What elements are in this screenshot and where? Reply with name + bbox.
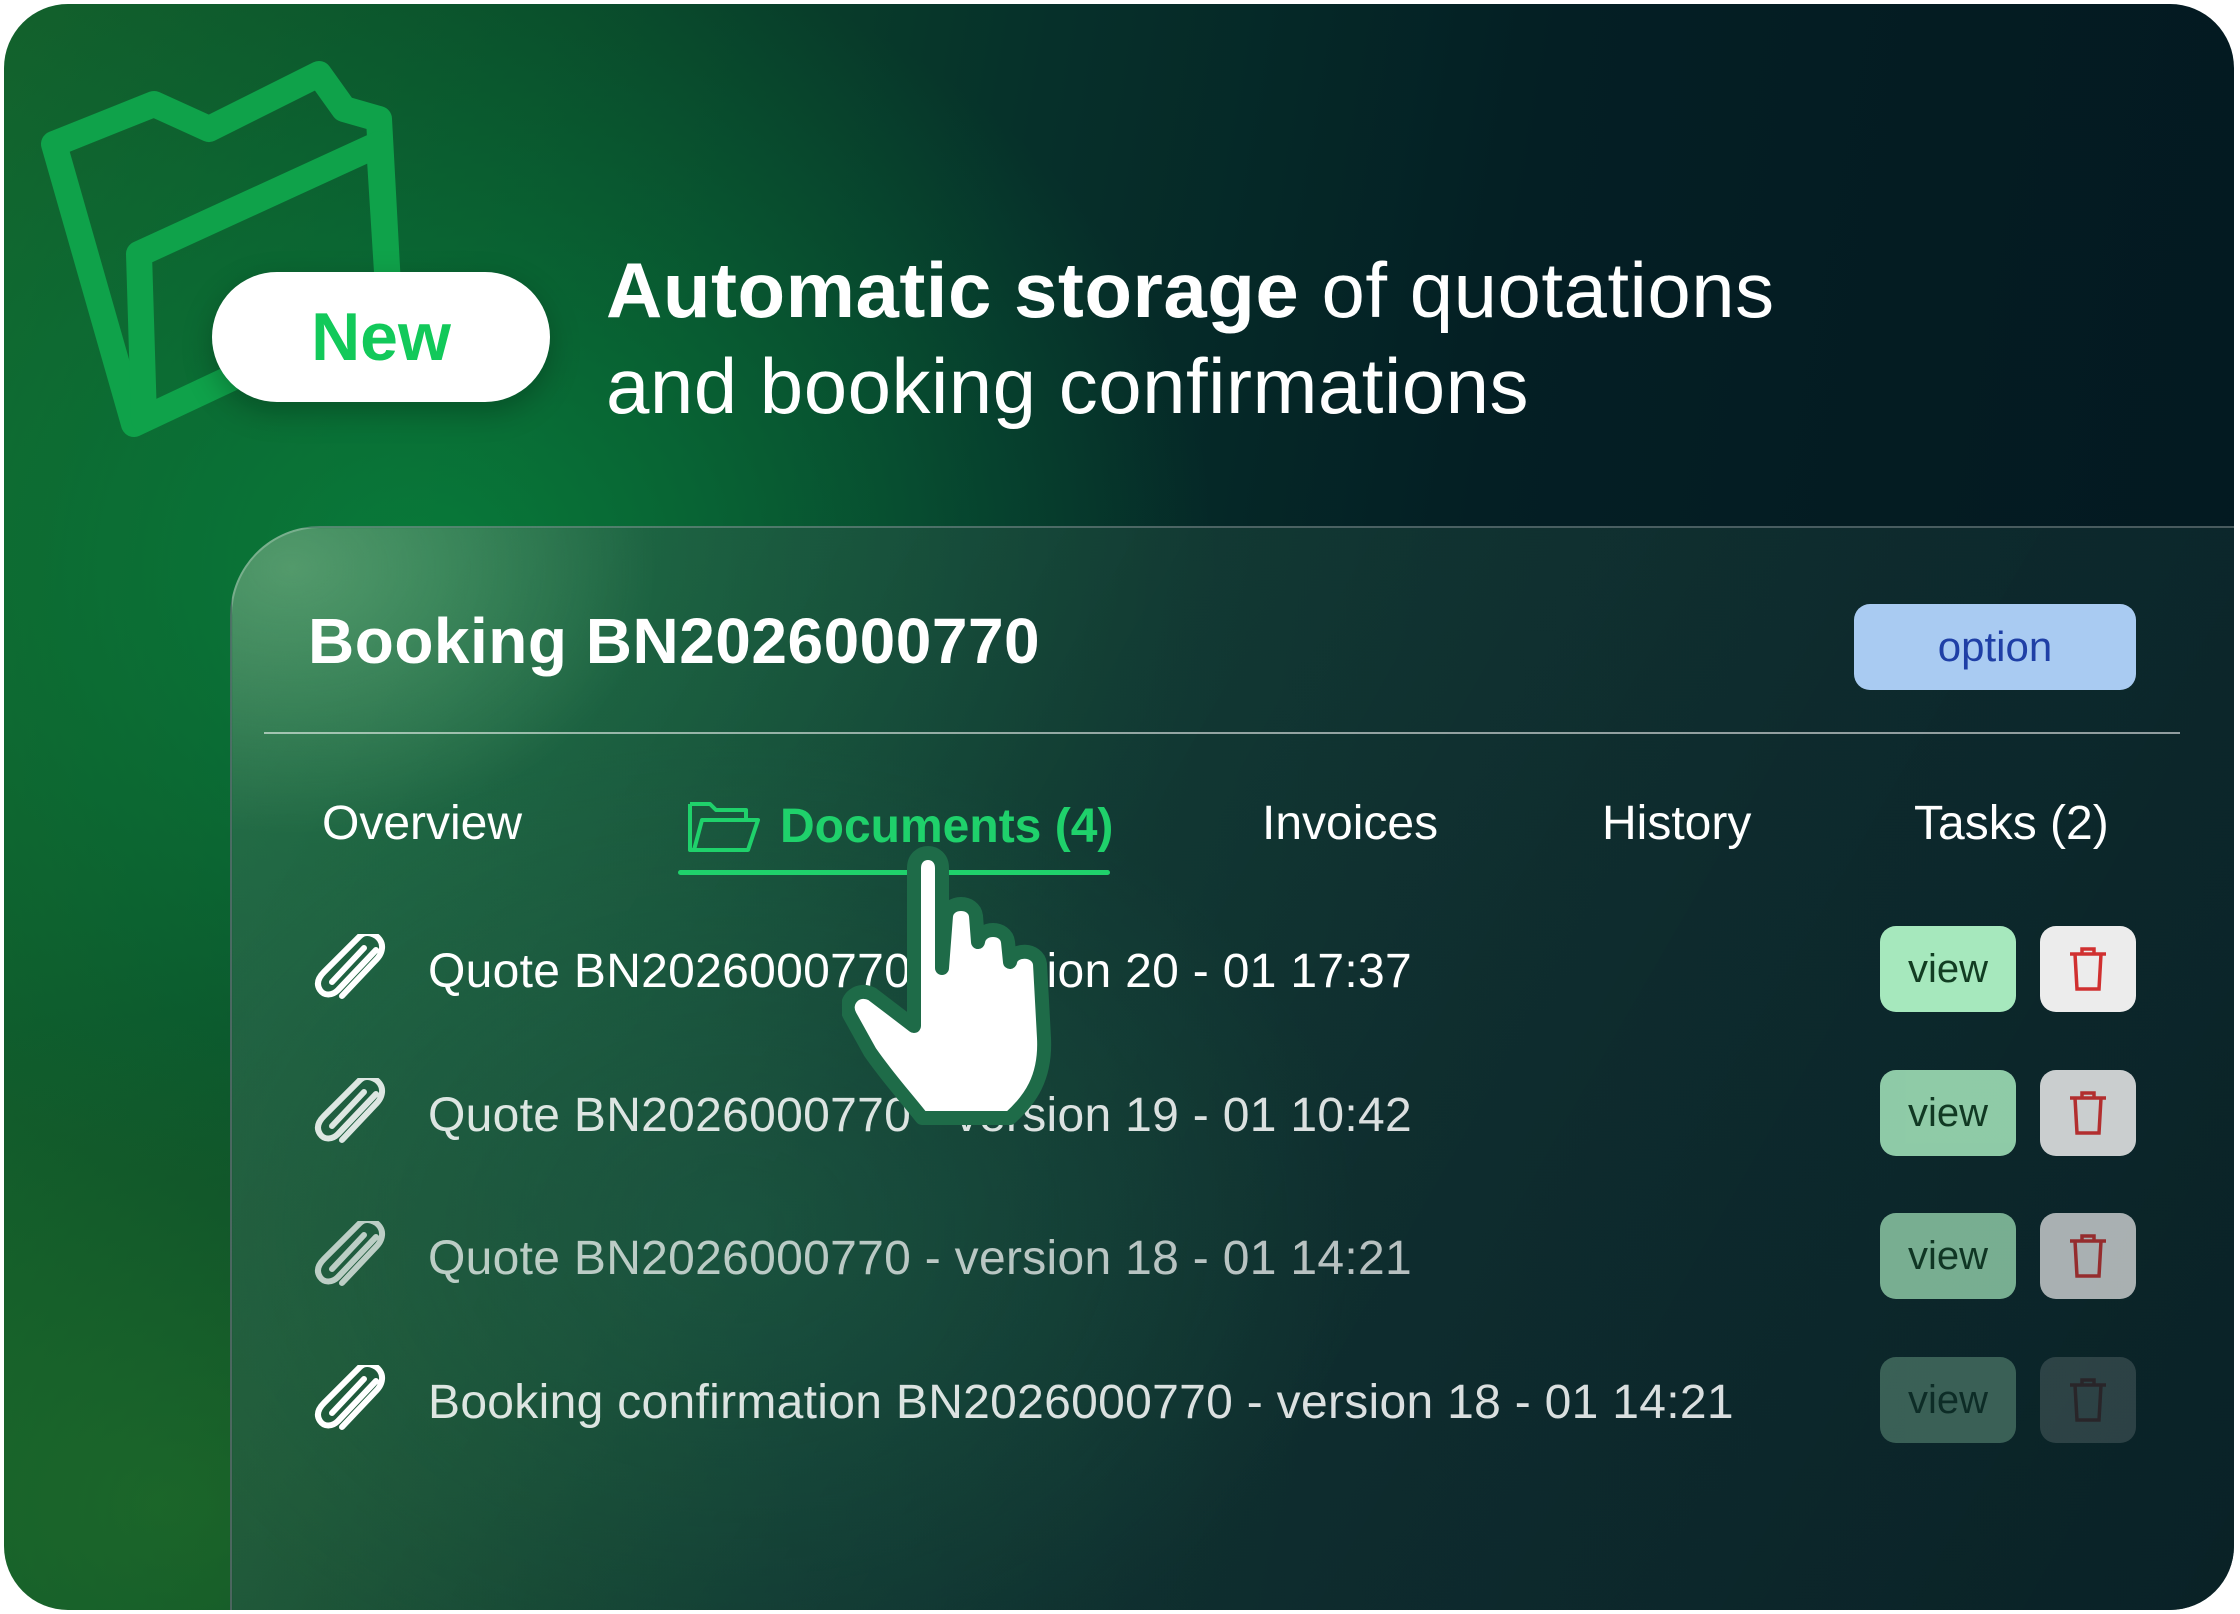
- divider: [264, 732, 2180, 734]
- booking-title: Booking BN2026000770: [308, 605, 1041, 677]
- new-badge: New: [212, 272, 550, 402]
- document-name: Booking confirmation BN2026000770 - vers…: [428, 1376, 1734, 1429]
- document-name: Quote BN2026000770 - version 18 - 01 14:…: [428, 1232, 1412, 1285]
- paperclip-icon: [314, 1078, 386, 1143]
- paperclip-icon: [314, 934, 386, 999]
- tab-label: History: [1602, 797, 1752, 850]
- trash-icon: [2070, 1234, 2106, 1278]
- tab-tasks[interactable]: Tasks (2): [1914, 796, 2109, 851]
- folder-open-icon: [688, 802, 760, 852]
- trash-icon: [2070, 1091, 2106, 1135]
- delete-button[interactable]: [2040, 1070, 2136, 1156]
- document-row: Booking confirmation BN2026000770 - vers…: [0, 1353, 2240, 1453]
- headline-bold: Automatic storage: [606, 246, 1300, 334]
- hand-pointer-icon: [842, 846, 1052, 1125]
- tab-bar: Overview Documents (4) Invoices History …: [0, 780, 2240, 890]
- paperclip-icon: [314, 1365, 386, 1430]
- view-button[interactable]: view: [1880, 1213, 2016, 1299]
- headline: Automatic storage of quotations and book…: [606, 242, 2006, 434]
- view-button[interactable]: view: [1880, 1070, 2016, 1156]
- headline-rest: of quotations: [1299, 246, 1775, 334]
- tab-label: Tasks (2): [1914, 797, 2109, 850]
- folder-icon: [41, 61, 402, 437]
- view-button[interactable]: view: [1880, 926, 2016, 1012]
- delete-button[interactable]: [2040, 1213, 2136, 1299]
- option-status-button[interactable]: option: [1854, 604, 2136, 690]
- headline-line2: and booking confirmations: [606, 342, 1530, 430]
- tab-label: Overview: [322, 797, 523, 850]
- trash-icon: [2070, 1378, 2106, 1422]
- document-row: Quote BN2026000770 - version 20 - 01 17:…: [0, 922, 2240, 1022]
- document-row: Quote BN2026000770 - version 18 - 01 14:…: [0, 1209, 2240, 1309]
- view-button[interactable]: view: [1880, 1357, 2016, 1443]
- tab-overview[interactable]: Overview: [322, 796, 522, 851]
- delete-button[interactable]: [2040, 1357, 2136, 1443]
- tab-label: Invoices: [1262, 797, 1439, 850]
- delete-button[interactable]: [2040, 926, 2136, 1012]
- document-row: Quote BN2026000770 - version 19 - 01 10:…: [0, 1066, 2240, 1166]
- paperclip-icon: [314, 1221, 386, 1286]
- tab-history[interactable]: History: [1602, 796, 1751, 851]
- trash-icon: [2070, 947, 2106, 991]
- tab-invoices[interactable]: Invoices: [1262, 796, 1438, 851]
